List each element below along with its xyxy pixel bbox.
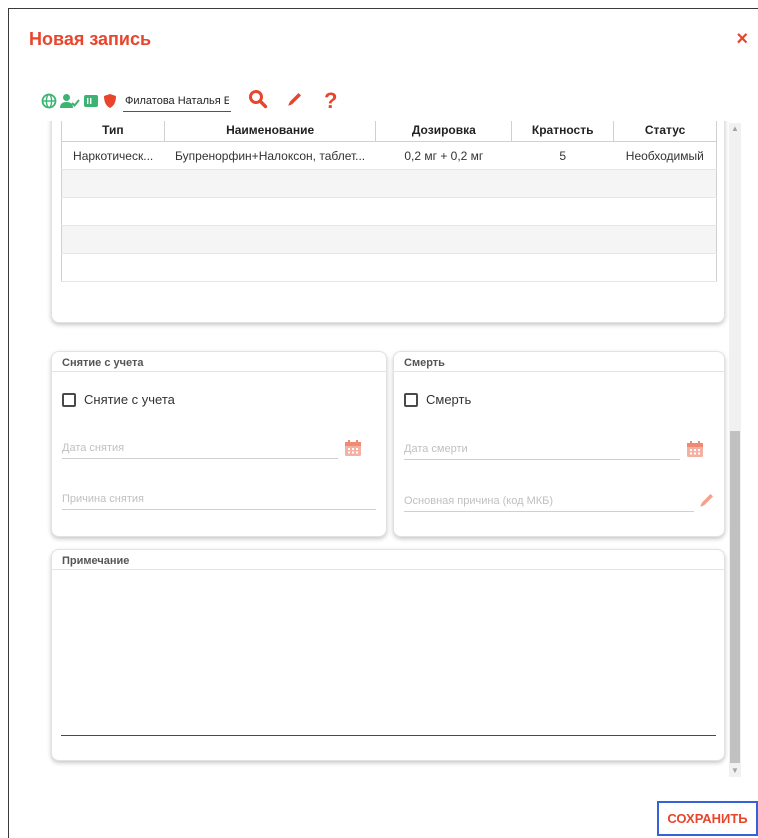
patient-name-field[interactable] <box>123 90 231 112</box>
medication-table-card: Тип Наименование Дозировка Кратность Ста… <box>51 121 725 323</box>
deregistration-card: Снятие с учета Снятие с учета <box>51 351 387 537</box>
table-row-empty <box>61 197 717 226</box>
close-button[interactable]: × <box>736 29 748 49</box>
deregistration-header: Снятие с учета <box>52 352 386 372</box>
cell-name: Бупренорфин+Налоксон, таблет... <box>164 141 376 170</box>
death-header: Смерть <box>394 352 724 372</box>
dialog-title: Новая запись <box>29 29 152 49</box>
user-check-icon <box>60 93 80 109</box>
shield-icon <box>102 93 118 109</box>
cell-frequency: 5 <box>511 141 614 170</box>
calendar-icon[interactable] <box>686 440 704 463</box>
help-button[interactable]: ? <box>324 90 337 112</box>
deregistration-date-field[interactable] <box>62 437 338 459</box>
death-card: Смерть Смерть <box>393 351 725 537</box>
card-icon <box>83 93 99 109</box>
new-record-dialog: Новая запись × Филатова Наталья Е ? Тип … <box>8 8 758 838</box>
cell-status: Необходимый <box>613 141 717 170</box>
death-date-field[interactable] <box>404 438 680 460</box>
column-header-name[interactable]: Наименование <box>163 121 377 142</box>
death-checkbox[interactable] <box>404 392 418 407</box>
column-header-frequency[interactable]: Кратность <box>511 121 615 142</box>
deregistration-checkbox-row[interactable]: Снятие с учета <box>62 392 175 407</box>
scrollbar[interactable]: ▲ ▼ <box>729 123 741 777</box>
search-icon <box>249 89 268 108</box>
note-card: Примечание <box>51 549 725 761</box>
table-header-row: Тип Наименование Дозировка Кратность Ста… <box>61 121 717 142</box>
pencil-icon[interactable] <box>698 491 716 514</box>
column-header-dosage[interactable]: Дозировка <box>375 121 513 142</box>
medication-table: Тип Наименование Дозировка Кратность Ста… <box>61 121 717 282</box>
scroll-down-arrow-icon[interactable]: ▼ <box>729 765 741 777</box>
column-header-status[interactable]: Статус <box>613 121 717 142</box>
deregistration-checkbox[interactable] <box>62 392 76 407</box>
scrollbar-thumb[interactable] <box>730 431 740 763</box>
note-header: Примечание <box>52 550 724 570</box>
column-header-type[interactable]: Тип <box>61 121 165 142</box>
patient-toolbar: ? <box>41 87 337 115</box>
table-row-empty <box>61 253 717 282</box>
globe-icon <box>41 93 57 109</box>
table-row-empty <box>61 169 717 198</box>
scroll-up-arrow-icon[interactable]: ▲ <box>729 123 741 135</box>
note-textarea[interactable] <box>61 574 716 736</box>
search-button[interactable] <box>248 89 268 114</box>
cell-type: Наркотическ... <box>61 141 165 170</box>
form-scroll-area[interactable]: Тип Наименование Дозировка Кратность Ста… <box>33 121 735 781</box>
cell-dosage: 0,2 мг + 0,2 мг <box>375 141 512 170</box>
death-cause-field[interactable] <box>404 490 694 512</box>
pencil-icon <box>288 92 301 106</box>
calendar-icon[interactable] <box>344 439 362 462</box>
table-row-empty <box>61 225 717 254</box>
table-row[interactable]: Наркотическ... Бупренорфин+Налоксон, таб… <box>61 141 717 170</box>
deregistration-checkbox-label: Снятие с учета <box>84 392 175 407</box>
death-checkbox-row[interactable]: Смерть <box>404 392 471 407</box>
deregistration-reason-field[interactable] <box>62 488 376 510</box>
edit-button[interactable] <box>286 90 304 113</box>
save-button[interactable]: СОХРАНИТЬ <box>657 801 758 836</box>
death-checkbox-label: Смерть <box>426 392 472 407</box>
